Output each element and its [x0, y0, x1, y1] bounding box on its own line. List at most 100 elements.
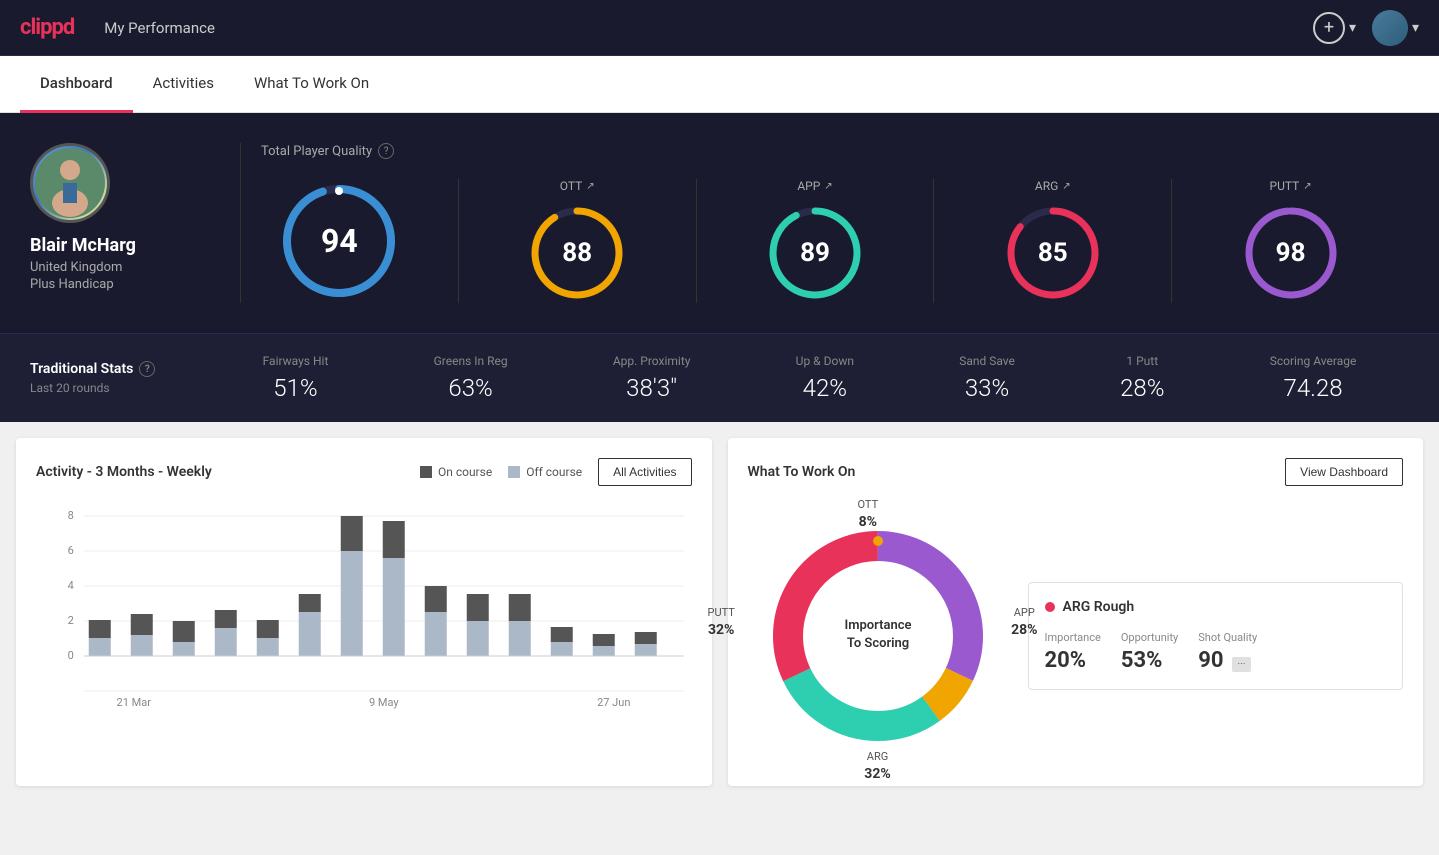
divider-v — [240, 143, 241, 303]
logo: clippd — [20, 15, 74, 40]
add-button[interactable]: + ▾ — [1313, 12, 1356, 44]
info-card-title: ARG Rough — [1045, 599, 1387, 615]
score-ott: OTT ↗ 88 — [459, 179, 696, 303]
header: clippd My Performance + ▾ ▾ — [0, 0, 1439, 56]
trad-stat-greens-label: Greens In Reg — [434, 354, 508, 368]
tab-dashboard[interactable]: Dashboard — [20, 56, 133, 113]
work-title: What To Work On — [748, 464, 856, 480]
ott-donut-label: OTT 8% — [858, 498, 879, 530]
trad-stat-scoring-label: Scoring Average — [1270, 354, 1357, 368]
metric-importance-value: 20% — [1045, 648, 1087, 673]
user-menu[interactable]: ▾ — [1372, 10, 1419, 46]
trad-stat-fairways-value: 51% — [273, 374, 317, 402]
total-score-item: 94 — [261, 181, 458, 301]
svg-text:8: 8 — [68, 509, 74, 522]
putt-label: PUTT ↗ — [1270, 179, 1312, 193]
trad-stat-proximity: App. Proximity 38'3" — [613, 354, 691, 402]
svg-text:6: 6 — [68, 544, 74, 557]
trad-stat-greens: Greens In Reg 63% — [434, 354, 508, 402]
legend-off-course-dot — [508, 466, 520, 478]
quality-label: Total Player Quality ? — [261, 143, 1409, 159]
trad-help-icon[interactable]: ? — [139, 361, 155, 377]
header-title: My Performance — [104, 19, 1313, 37]
metric-opportunity: Opportunity 53% — [1121, 631, 1178, 673]
player-handicap: Plus Handicap — [30, 277, 114, 292]
metric-shot-quality-tag: ··· — [1232, 657, 1252, 672]
donut-svg: Importance To Scoring — [748, 506, 1008, 766]
trad-sublabel: Last 20 rounds — [30, 381, 210, 395]
arg-donut-label: ARG 32% — [864, 750, 890, 782]
add-icon[interactable]: + — [1313, 12, 1345, 44]
donut-chart-container: Importance To Scoring OTT 8% APP — [748, 506, 1008, 766]
all-activities-button[interactable]: All Activities — [598, 458, 691, 486]
header-actions: + ▾ ▾ — [1313, 10, 1419, 46]
quality-section: Total Player Quality ? 94 — [261, 143, 1409, 303]
arg-label: ARG ↗ — [1035, 179, 1071, 193]
nav-tabs: Dashboard Activities What To Work On — [0, 56, 1439, 113]
putt-value: 98 — [1276, 238, 1306, 268]
bottom-section: Activity - 3 Months - Weekly On course O… — [0, 422, 1439, 802]
dashboard-banner: Blair McHarg United Kingdom Plus Handica… — [0, 113, 1439, 333]
tab-what-to-work-on[interactable]: What To Work On — [234, 56, 389, 113]
trad-stat-sandsave-value: 33% — [965, 374, 1009, 402]
score-arg: ARG ↗ 85 — [934, 179, 1171, 303]
chart-legend: On course Off course All Activities — [420, 458, 692, 486]
svg-text:Importance: Importance — [844, 618, 911, 633]
metric-shot-quality-value: 90 — [1198, 648, 1223, 673]
legend-off-course: Off course — [508, 465, 582, 479]
player-avatar — [30, 143, 110, 223]
putt-circle: 98 — [1241, 203, 1341, 303]
app-circle: 89 — [765, 203, 865, 303]
trad-stat-1putt: 1 Putt 28% — [1120, 354, 1164, 402]
metric-opportunity-label: Opportunity — [1121, 631, 1178, 644]
work-content: Importance To Scoring OTT 8% APP — [748, 506, 1404, 766]
help-icon[interactable]: ? — [378, 143, 394, 159]
trad-stat-1putt-value: 28% — [1120, 374, 1164, 402]
metric-importance-label: Importance — [1045, 631, 1101, 644]
trad-stat-scoring: Scoring Average 74.28 — [1270, 354, 1357, 402]
score-putt: PUTT ↗ 98 — [1172, 179, 1409, 303]
view-dashboard-button[interactable]: View Dashboard — [1285, 458, 1403, 486]
trad-stat-1putt-label: 1 Putt — [1126, 354, 1158, 368]
trad-stat-greens-value: 63% — [448, 374, 492, 402]
bar-chart-svg: 8 6 4 2 0 — [36, 506, 692, 726]
info-metrics: Importance 20% Opportunity 53% Shot Qual… — [1045, 631, 1387, 673]
svg-text:9 May: 9 May — [369, 696, 399, 709]
ott-label: OTT ↗ — [560, 179, 595, 193]
tab-activities[interactable]: Activities — [133, 56, 234, 113]
bar-chart: 8 6 4 2 0 — [36, 506, 692, 726]
trad-stats-row: Fairways Hit 51% Greens In Reg 63% App. … — [210, 354, 1409, 402]
donut-area: Importance To Scoring OTT 8% APP — [748, 506, 1008, 766]
red-dot-icon — [1045, 602, 1055, 612]
activity-card: Activity - 3 Months - Weekly On course O… — [16, 438, 712, 786]
trad-stat-fairways-label: Fairways Hit — [263, 354, 329, 368]
app-arrow-icon: ↗ — [824, 181, 832, 192]
trad-stat-proximity-value: 38'3" — [626, 374, 677, 402]
putt-arrow-icon: ↗ — [1303, 181, 1311, 192]
ott-value: 88 — [562, 238, 592, 268]
ott-circle: 88 — [527, 203, 627, 303]
scores-row: 94 OTT ↗ 88 — [261, 179, 1409, 303]
legend-on-course-dot — [420, 466, 432, 478]
trad-stat-sandsave: Sand Save 33% — [959, 354, 1015, 402]
info-card: ARG Rough Importance 20% Opportunity 53%… — [1028, 582, 1404, 690]
app-value: 89 — [800, 238, 830, 268]
arg-circle: 85 — [1003, 203, 1103, 303]
logo-text: clippd — [20, 15, 74, 40]
putt-donut-label: PUTT 32% — [708, 606, 735, 638]
trad-stat-scoring-value: 74.28 — [1284, 374, 1343, 402]
chevron-down-icon: ▾ — [1349, 20, 1356, 36]
svg-text:0: 0 — [68, 649, 74, 662]
avatar — [1372, 10, 1408, 46]
player-profile: Blair McHarg United Kingdom Plus Handica… — [30, 143, 220, 303]
trad-stat-updown: Up & Down 42% — [796, 354, 854, 402]
activity-title: Activity - 3 Months - Weekly — [36, 464, 212, 480]
trad-label-section: Traditional Stats ? Last 20 rounds — [30, 361, 210, 395]
work-header: What To Work On View Dashboard — [748, 458, 1404, 486]
ott-arrow-icon: ↗ — [586, 181, 594, 192]
trad-label: Traditional Stats ? — [30, 361, 210, 377]
total-score-circle: 94 — [279, 181, 399, 301]
user-chevron-icon: ▾ — [1412, 20, 1419, 36]
svg-text:2: 2 — [68, 614, 74, 627]
trad-stat-updown-label: Up & Down — [796, 354, 854, 368]
